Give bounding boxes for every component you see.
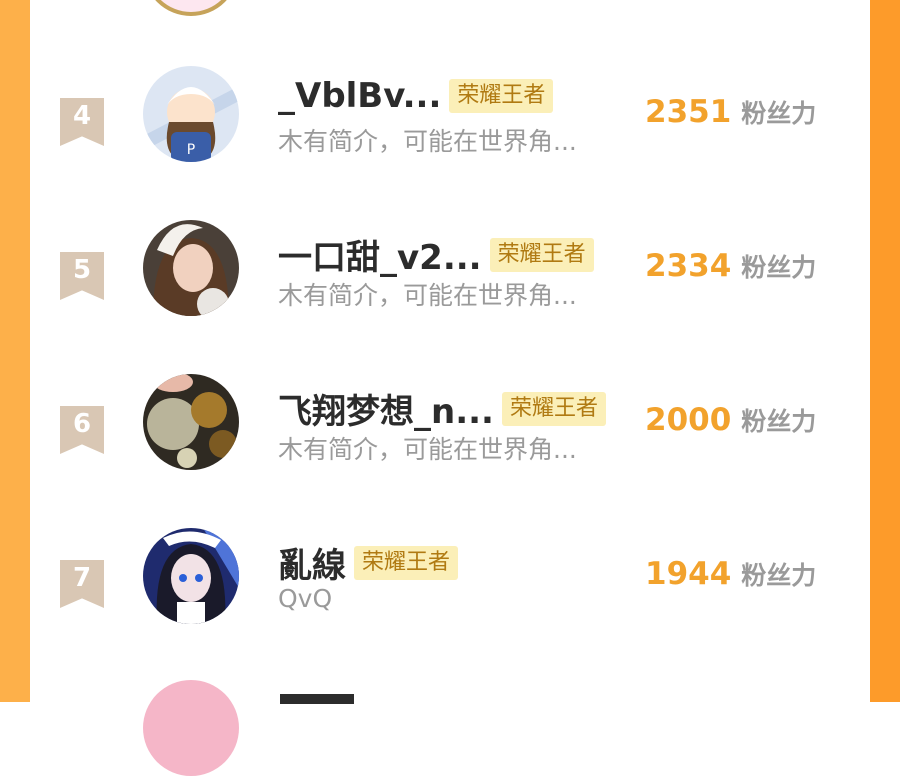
- avatar[interactable]: [143, 374, 239, 470]
- rank-title-badge: 荣耀王者: [489, 237, 594, 272]
- user-intro: 木有简介，可能在世界角...: [278, 281, 577, 310]
- user-intro: QvQ: [278, 584, 333, 613]
- user-name[interactable]: 亂線: [278, 546, 346, 586]
- list-item[interactable]: 5 一口甜_v2... 荣耀王者 木有简介，可能在世界角... 2334 粉丝力: [30, 220, 870, 374]
- rank-title-badge: 荣耀王者: [501, 391, 606, 426]
- rank-badge: 4: [60, 98, 104, 146]
- list-item[interactable]: 7 亂線 荣耀王者 QvQ 1944 粉丝力: [30, 528, 870, 682]
- user-intro: 木有简介，可能在世界角...: [278, 127, 577, 156]
- avatar[interactable]: [143, 220, 239, 316]
- rank-badge: 6: [60, 406, 104, 454]
- avatar[interactable]: [143, 680, 239, 776]
- user-name[interactable]: _VblBv...: [278, 76, 441, 116]
- fan-power-score: 1944 粉丝力: [645, 556, 817, 592]
- list-item[interactable]: 4 P _VblBv... 荣耀王者 木有简介，可能在世界角... 2351 粉丝力: [30, 66, 870, 220]
- user-name[interactable]: 一口甜_v2...: [278, 238, 482, 278]
- avatar[interactable]: [143, 528, 239, 624]
- rank-title-badge: 荣耀王者: [449, 79, 554, 113]
- left-background: [0, 0, 30, 702]
- right-background: [870, 0, 900, 702]
- rank-badge: 5: [60, 252, 104, 300]
- svg-text:P: P: [187, 142, 195, 158]
- rank-badge: 7: [60, 560, 104, 608]
- list-item[interactable]: 6 飞翔梦想_n... 荣耀王者 木有简介，可能在世界角... 2000 粉丝力: [30, 374, 870, 528]
- avatar[interactable]: P: [143, 66, 239, 162]
- user-name[interactable]: [280, 688, 360, 710]
- fan-power-score: 2000 粉丝力: [645, 402, 817, 438]
- fan-power-score: 2351 粉丝力: [645, 94, 817, 130]
- rank-title-badge: 荣耀王者: [354, 545, 459, 580]
- user-name[interactable]: 飞翔梦想_n...: [278, 392, 494, 432]
- user-intro: 木有简介，可能在世界角...: [278, 435, 577, 464]
- fan-power-score: 2334 粉丝力: [645, 248, 817, 284]
